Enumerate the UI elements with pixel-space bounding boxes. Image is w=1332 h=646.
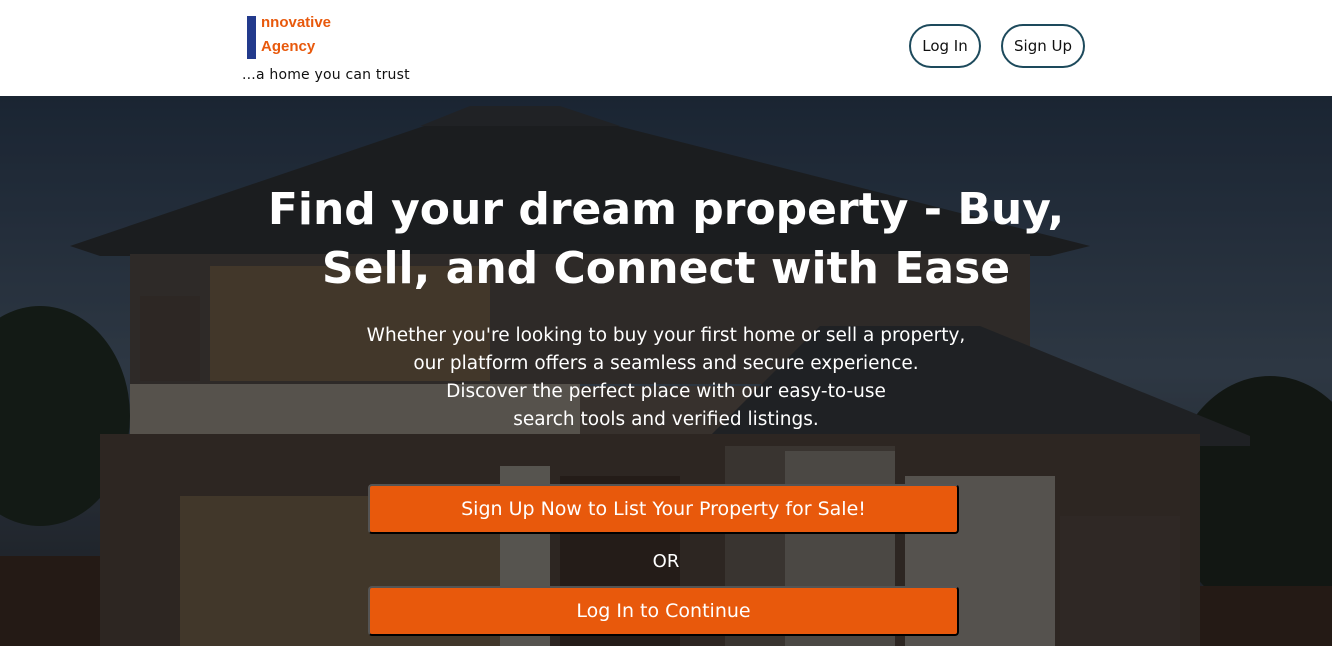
- logo-text-line2: Agency: [261, 38, 316, 55]
- login-button[interactable]: Log In: [909, 24, 981, 68]
- hero-headline: Find your dream property - Buy, Sell, an…: [267, 184, 1065, 294]
- hero-content: Find your dream property - Buy, Sell, an…: [0, 96, 1332, 646]
- or-separator: OR: [652, 551, 680, 572]
- site-header: nnovative Agency ...a home you can trust…: [0, 0, 1332, 96]
- login-continue-button[interactable]: Log In to Continue: [368, 586, 959, 636]
- list-property-signup-button[interactable]: Sign Up Now to List Your Property for Sa…: [368, 484, 959, 534]
- brand-logo[interactable]: nnovative Agency ...a home you can trust: [242, 12, 442, 88]
- hero-section: Find your dream property - Buy, Sell, an…: [0, 96, 1332, 646]
- hero-description-line: search tools and verified listings.: [513, 409, 819, 430]
- brand-tagline: ...a home you can trust: [242, 67, 410, 83]
- signup-button[interactable]: Sign Up: [1001, 24, 1085, 68]
- hero-description-line: Whether you're looking to buy your first…: [366, 325, 966, 346]
- hero-description: Whether you're looking to buy your first…: [366, 322, 966, 434]
- logo-bar-icon: [247, 16, 256, 59]
- hero-description-line: our platform offers a seamless and secur…: [413, 353, 919, 374]
- logo-text-line1: nnovative: [261, 14, 332, 31]
- hero-description-line: Discover the perfect place with our easy…: [446, 381, 886, 402]
